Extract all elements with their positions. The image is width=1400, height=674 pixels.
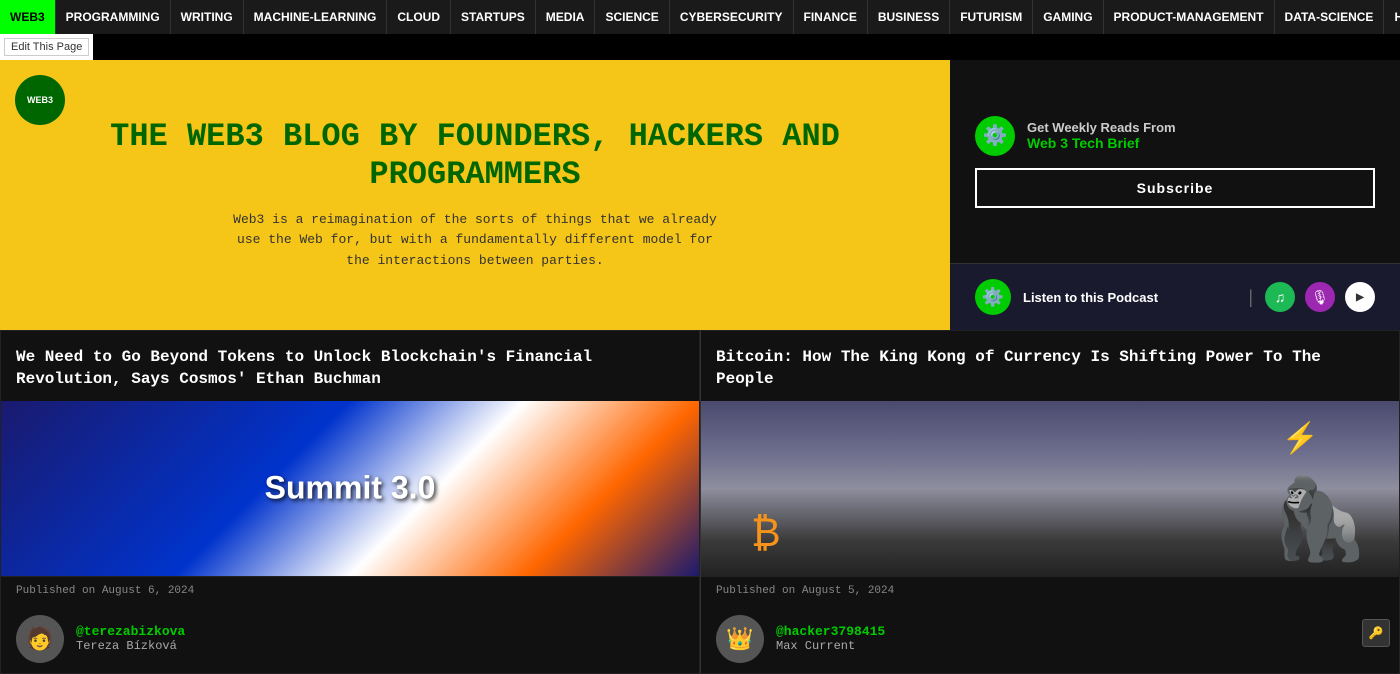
podcast-divider: | [1248, 287, 1253, 308]
nav-item-writing[interactable]: WRITING [171, 0, 244, 34]
nav-item-business[interactable]: BUSINESS [868, 0, 950, 34]
article-card-2: Bitcoin: How The King Kong of Currency I… [700, 330, 1400, 674]
apple-podcast-button[interactable]: 🎙 [1305, 282, 1335, 312]
podcast-icon: ⚙️ [975, 279, 1011, 315]
article-meta-1: Published on August 6, 2024 [1, 576, 699, 605]
nav-item-programming[interactable]: PROGRAMMING [56, 0, 171, 34]
podcast-icons: ♫ 🎙 ▶ [1265, 282, 1375, 312]
nav-item-hackernoon[interactable]: HACKERNOON [1384, 0, 1400, 34]
navigation-bar: WEB3PROGRAMMINGWRITINGMACHINE-LEARNINGCL… [0, 0, 1400, 34]
nav-item-startups[interactable]: STARTUPS [451, 0, 536, 34]
newsletter-label: Get Weekly Reads From [1027, 120, 1176, 135]
nav-item-science[interactable]: SCIENCE [595, 0, 669, 34]
newsletter-section: ⚙️ Get Weekly Reads From Web 3 Tech Brie… [950, 60, 1400, 263]
articles-section: We Need to Go Beyond Tokens to Unlock Bl… [0, 330, 1400, 674]
nav-item-finance[interactable]: FINANCE [794, 0, 868, 34]
google-podcast-button[interactable]: ▶ [1345, 282, 1375, 312]
article-title-2: Bitcoin: How The King Kong of Currency I… [701, 331, 1399, 401]
article-author-2: 👑 @hacker3798415 Max Current [701, 605, 1399, 673]
article-card-1: We Need to Go Beyond Tokens to Unlock Bl… [0, 330, 700, 674]
nav-item-web3[interactable]: WEB3 [0, 0, 56, 34]
article-image-1 [1, 401, 699, 576]
spotify-button[interactable]: ♫ [1265, 282, 1295, 312]
float-button[interactable]: 🔑 [1362, 619, 1390, 647]
article-image-2: ₿ [701, 401, 1399, 576]
author-handle-2[interactable]: @hacker3798415 [776, 624, 885, 639]
nav-item-cybersecurity[interactable]: CYBERSECURITY [670, 0, 794, 34]
author-avatar-1: 🧑 [16, 615, 64, 663]
newsletter-name: Web 3 Tech Brief [1027, 135, 1176, 151]
nav-item-machine-learning[interactable]: MACHINE-LEARNING [244, 0, 388, 34]
newsletter-text-group: Get Weekly Reads From Web 3 Tech Brief [1027, 120, 1176, 151]
author-name-2: Max Current [776, 639, 885, 653]
newsletter-icon: ⚙️ [975, 116, 1015, 156]
subscribe-button[interactable]: Subscribe [975, 168, 1375, 208]
author-handle-1[interactable]: @terezabizkova [76, 624, 185, 639]
author-name-1: Tereza Bízková [76, 639, 185, 653]
bitcoin-symbol: ₿ [751, 511, 781, 556]
hero-title: THE WEB3 BLOG BY FOUNDERS, HACKERS AND P… [40, 118, 910, 195]
article-title-1: We Need to Go Beyond Tokens to Unlock Bl… [1, 331, 699, 401]
nav-item-data-science[interactable]: DATA-SCIENCE [1275, 0, 1385, 34]
author-avatar-2: 👑 [716, 615, 764, 663]
hero-logo: WEB3 [15, 75, 65, 125]
hero-left: WEB3 THE WEB3 BLOG BY FOUNDERS, HACKERS … [0, 60, 950, 330]
article-meta-2: Published on August 5, 2024 [701, 576, 1399, 605]
podcast-section: ⚙️ Listen to this Podcast | ♫ 🎙 ▶ [950, 263, 1400, 330]
author-info-1: @terezabizkova Tereza Bízková [76, 624, 185, 653]
nav-item-product-management[interactable]: PRODUCT-MANAGEMENT [1104, 0, 1275, 34]
nav-item-media[interactable]: MEDIA [536, 0, 596, 34]
edit-page-button[interactable]: Edit This Page [4, 38, 89, 56]
nav-item-gaming[interactable]: GAMING [1033, 0, 1103, 34]
hero-section: WEB3 THE WEB3 BLOG BY FOUNDERS, HACKERS … [0, 60, 1400, 330]
hero-right: ⚙️ Get Weekly Reads From Web 3 Tech Brie… [950, 60, 1400, 330]
article-author-1: 🧑 @terezabizkova Tereza Bízková [1, 605, 699, 673]
nav-item-cloud[interactable]: CLOUD [387, 0, 451, 34]
podcast-label: Listen to this Podcast [1023, 290, 1236, 305]
author-info-2: @hacker3798415 Max Current [776, 624, 885, 653]
hero-description: Web3 is a reimagination of the sorts of … [225, 210, 725, 272]
nav-item-futurism[interactable]: FUTURISM [950, 0, 1033, 34]
newsletter-header: ⚙️ Get Weekly Reads From Web 3 Tech Brie… [975, 116, 1375, 156]
